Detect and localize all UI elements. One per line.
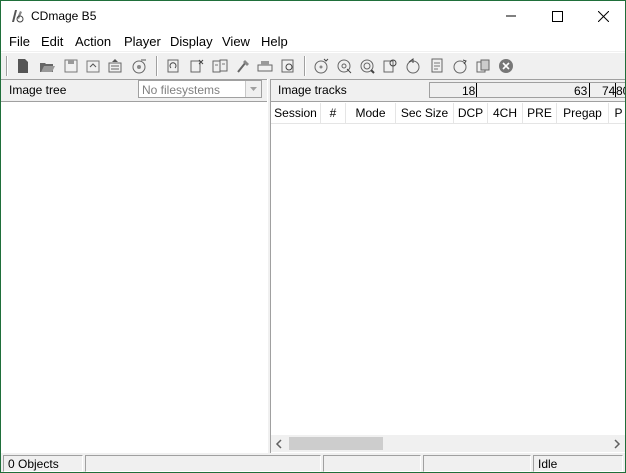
scanner-icon[interactable] bbox=[256, 57, 274, 75]
disc-check-icon[interactable] bbox=[312, 57, 330, 75]
file-edit-icon[interactable] bbox=[188, 57, 206, 75]
column-number[interactable]: # bbox=[321, 103, 346, 123]
disc-settings-icon[interactable] bbox=[130, 57, 148, 75]
column-sec-size[interactable]: Sec Size bbox=[396, 103, 454, 123]
menu-display[interactable]: Display bbox=[170, 34, 213, 49]
column-session[interactable]: Session bbox=[271, 103, 321, 123]
column-partial[interactable]: P bbox=[609, 103, 625, 123]
scroll-thumb[interactable] bbox=[289, 437, 383, 450]
menu-view[interactable]: View bbox=[222, 34, 250, 49]
image-tree-title: Image tree bbox=[9, 83, 67, 97]
refresh-icon[interactable] bbox=[164, 57, 182, 75]
window-title: CDmage B5 bbox=[31, 9, 97, 23]
zoom-icon[interactable] bbox=[358, 57, 376, 75]
menu-help[interactable]: Help bbox=[261, 34, 288, 49]
close-button[interactable] bbox=[580, 1, 625, 31]
image-tracks-header: Image tracks 18 63 74 80 bbox=[271, 79, 625, 101]
status-bar: 0 Objects Idle bbox=[1, 453, 625, 472]
toolbar-separator bbox=[6, 56, 8, 76]
disc-rotate-icon[interactable] bbox=[451, 57, 469, 75]
status-pane-4 bbox=[423, 455, 531, 472]
report-icon[interactable] bbox=[428, 57, 446, 75]
disc-search-icon[interactable] bbox=[279, 57, 297, 75]
scroll-left-icon[interactable] bbox=[275, 439, 283, 449]
status-objects: 0 Objects bbox=[3, 455, 83, 472]
maximize-button[interactable] bbox=[534, 1, 580, 31]
open-folder-icon[interactable] bbox=[38, 57, 56, 75]
toolbar-separator bbox=[156, 56, 158, 76]
minimize-icon bbox=[506, 15, 516, 17]
filesystem-select[interactable]: No filesystems bbox=[138, 80, 262, 98]
stop-icon[interactable] bbox=[497, 57, 515, 75]
close-icon bbox=[597, 10, 609, 22]
status-state: Idle bbox=[533, 455, 623, 472]
new-document-icon[interactable] bbox=[14, 57, 32, 75]
track-extract-icon[interactable] bbox=[381, 57, 399, 75]
scan-icon[interactable] bbox=[335, 57, 353, 75]
ruler-label-74: 74 bbox=[602, 84, 616, 98]
copy-icon[interactable] bbox=[474, 57, 492, 75]
toolbar bbox=[1, 52, 625, 80]
image-tracks-title: Image tracks bbox=[278, 83, 347, 97]
properties-icon[interactable] bbox=[106, 57, 124, 75]
maximize-icon bbox=[551, 10, 563, 22]
ruler-label-80: 80 bbox=[616, 84, 625, 98]
status-pane-3 bbox=[323, 455, 421, 472]
app-window: CDmage B5 File Edit Action Player Displa… bbox=[0, 0, 626, 473]
image-tree-header: Image tree No filesystems bbox=[1, 79, 267, 101]
column-pre[interactable]: PRE bbox=[523, 103, 557, 123]
file-compare-icon[interactable] bbox=[211, 57, 229, 75]
image-tree-view[interactable] bbox=[1, 101, 267, 453]
horizontal-scrollbar[interactable] bbox=[271, 435, 625, 452]
chevron-down-icon bbox=[250, 87, 257, 91]
track-list-header: Session # Mode Sec Size DCP 4CH PRE Preg… bbox=[271, 103, 625, 124]
minimize-button[interactable] bbox=[488, 1, 534, 31]
menu-player[interactable]: Player bbox=[124, 34, 161, 49]
menu-bar: File Edit Action Player Display View Hel… bbox=[1, 31, 625, 51]
dropdown-arrow[interactable] bbox=[245, 81, 261, 97]
menu-action[interactable]: Action bbox=[75, 34, 111, 49]
capacity-ruler: 18 63 74 80 bbox=[429, 82, 625, 98]
menu-file[interactable]: File bbox=[9, 34, 30, 49]
status-objects-text: 0 Objects bbox=[8, 457, 59, 471]
filesystem-select-value: No filesystems bbox=[142, 83, 221, 97]
image-tracks-list[interactable]: Session # Mode Sec Size DCP 4CH PRE Preg… bbox=[271, 101, 625, 453]
menu-edit[interactable]: Edit bbox=[41, 34, 63, 49]
scroll-right-icon[interactable] bbox=[613, 439, 621, 449]
status-state-text: Idle bbox=[538, 457, 558, 471]
column-4ch[interactable]: 4CH bbox=[488, 103, 523, 123]
column-dcp[interactable]: DCP bbox=[454, 103, 488, 123]
rescan-icon[interactable] bbox=[404, 57, 422, 75]
toolbar-separator bbox=[304, 56, 306, 76]
title-bar: CDmage B5 bbox=[1, 1, 625, 31]
status-pane-2 bbox=[85, 455, 321, 472]
clean-icon[interactable] bbox=[234, 57, 252, 75]
save-icon[interactable] bbox=[62, 57, 80, 75]
column-pregap[interactable]: Pregap bbox=[557, 103, 609, 123]
export-icon[interactable] bbox=[84, 57, 102, 75]
ruler-tick bbox=[430, 83, 616, 97]
cdmage-app-icon bbox=[12, 10, 24, 23]
column-mode[interactable]: Mode bbox=[346, 103, 396, 123]
